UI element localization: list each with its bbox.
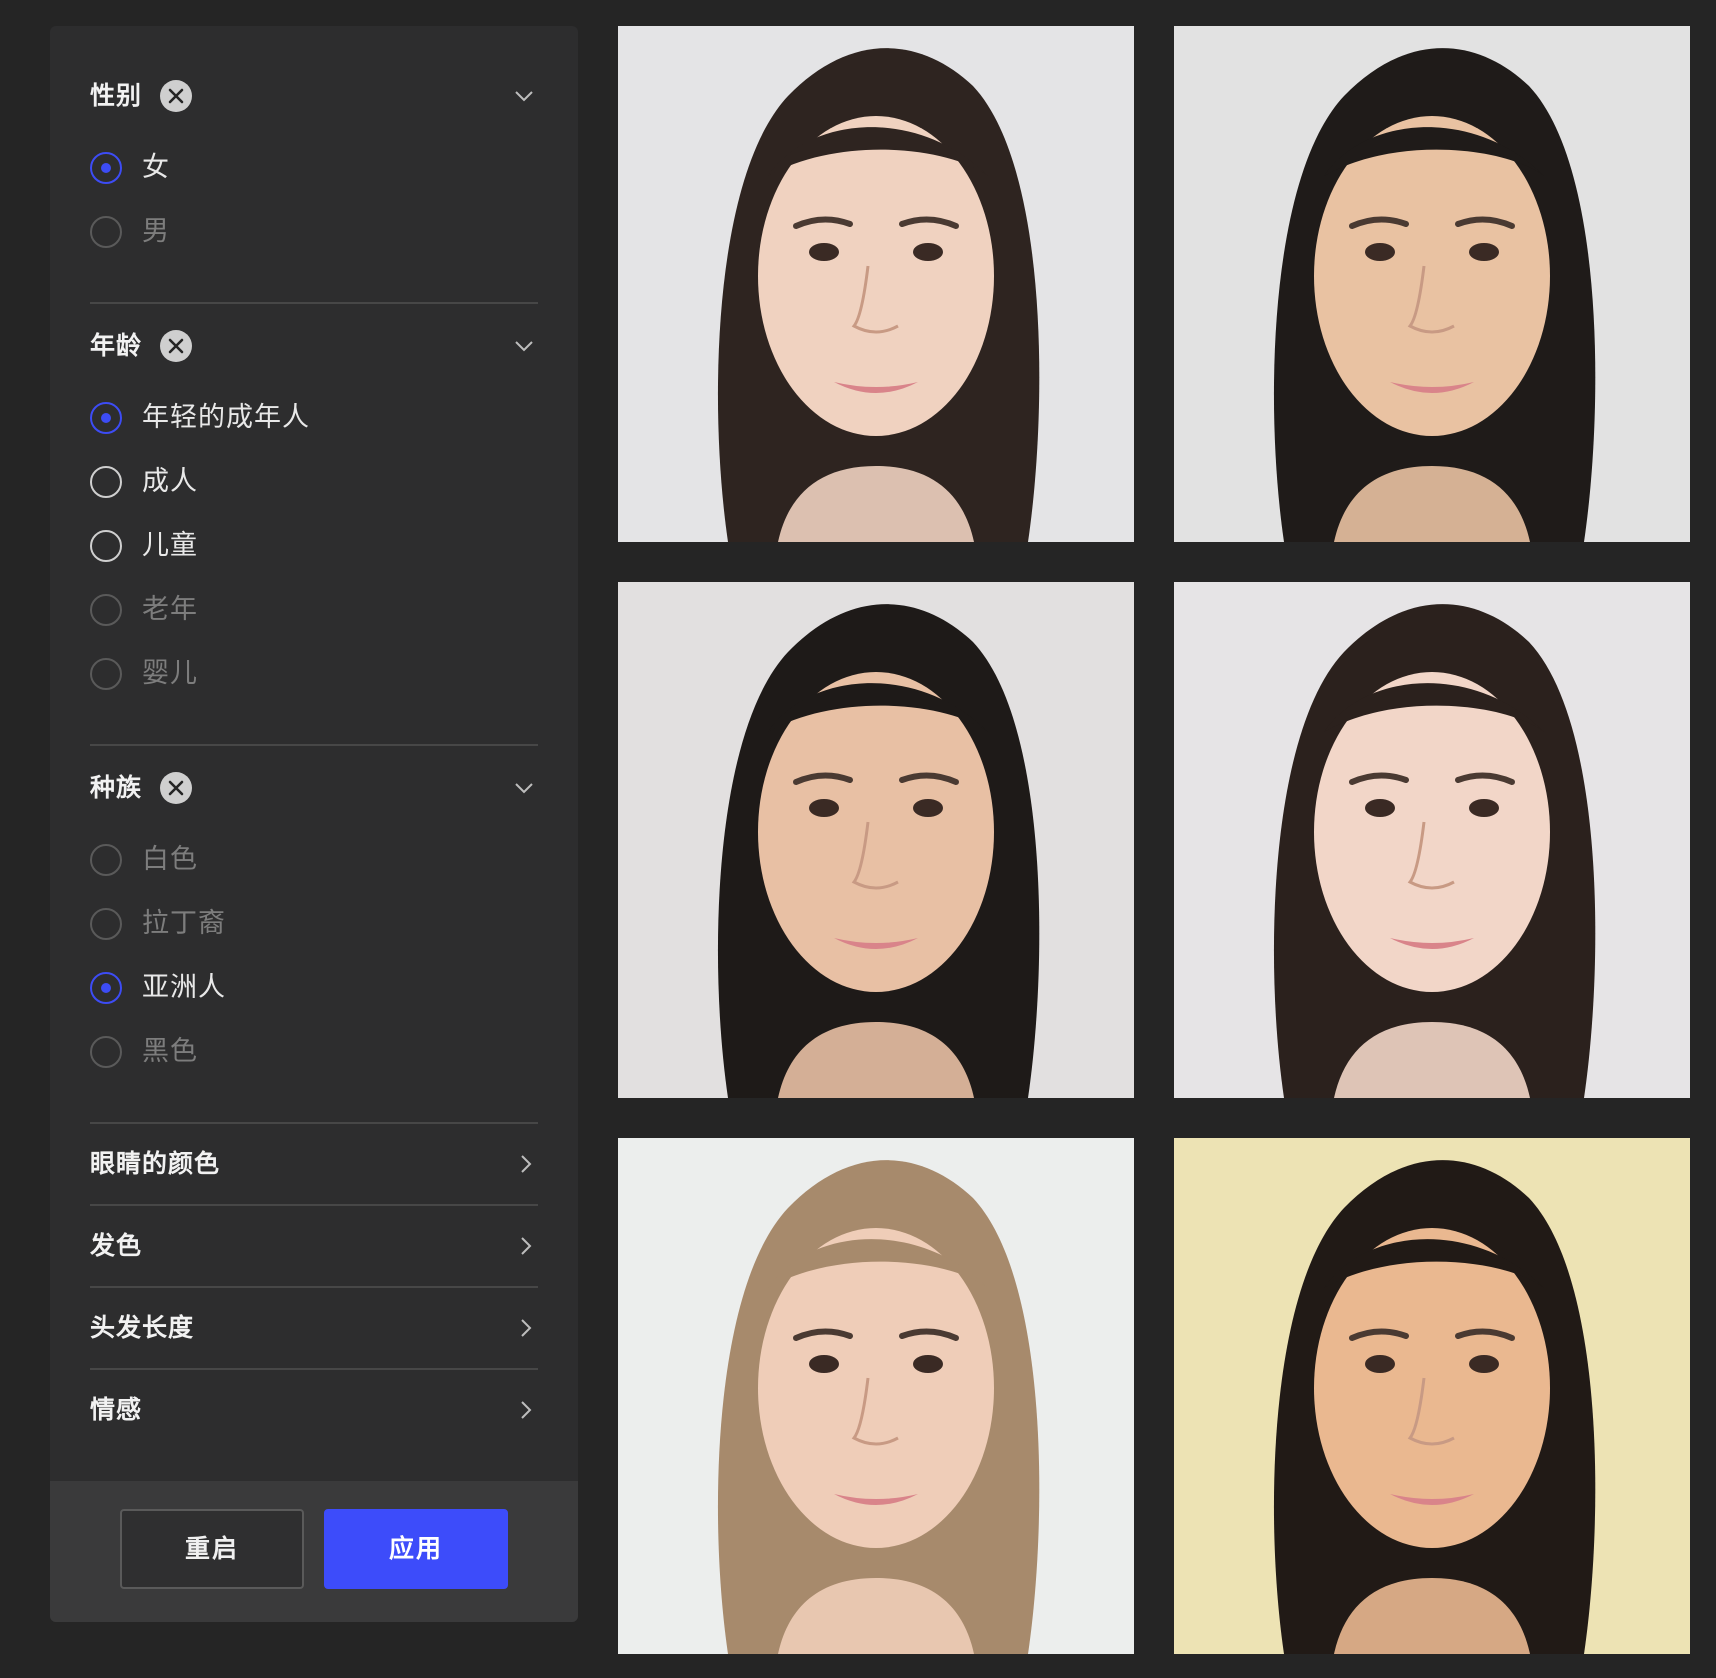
filter-section-hair-length[interactable]: 头发长度 [90,1288,538,1368]
radio-button[interactable] [90,594,122,626]
filter-panel: 性别 女 男 年龄 年轻的成年人 成人 儿童 老年 婴儿 种族 白色 拉丁裔 亚… [50,26,578,1622]
filter-footer: 重启 应用 [50,1481,578,1622]
option-label: 成人 [142,466,198,497]
chevron-right-icon [516,1318,536,1338]
radio-option-female[interactable]: 女 [90,138,538,202]
chevron-down-icon[interactable] [514,778,534,798]
filter-section-ethnicity: 种族 白色 拉丁裔 亚洲人 黑色 [90,758,538,1086]
chevron-right-icon [516,1154,536,1174]
radio-option-infant[interactable]: 婴儿 [90,644,538,708]
section-header-age[interactable]: 年龄 [90,316,538,376]
section-title-emotion: 情感 [90,1395,143,1424]
option-label: 婴儿 [142,658,198,689]
section-title-eye-color: 眼睛的颜色 [90,1149,221,1178]
face-image-4[interactable] [1174,582,1690,1098]
option-label: 年轻的成年人 [142,402,310,433]
option-label: 白色 [142,844,198,875]
radio-button[interactable] [90,972,122,1004]
radio-option-latino[interactable]: 拉丁裔 [90,894,538,958]
radio-button[interactable] [90,216,122,248]
radio-button[interactable] [90,402,122,434]
radio-button[interactable] [90,466,122,498]
filter-section-age: 年龄 年轻的成年人 成人 儿童 老年 婴儿 [90,316,538,708]
option-label: 黑色 [142,1036,198,1067]
radio-button[interactable] [90,1036,122,1068]
filter-section-emotion[interactable]: 情感 [90,1370,538,1450]
apply-button[interactable]: 应用 [324,1509,508,1589]
radio-option-child[interactable]: 儿童 [90,516,538,580]
radio-option-elderly[interactable]: 老年 [90,580,538,644]
filter-section-hair-color[interactable]: 发色 [90,1206,538,1286]
section-title-gender: 性别 [90,81,143,110]
divider [90,302,538,304]
chevron-right-icon [516,1400,536,1420]
portrait-illustration [1174,26,1690,542]
section-title-hair-color: 发色 [90,1231,143,1260]
option-label: 男 [142,216,170,247]
divider [90,744,538,746]
radio-option-asian[interactable]: 亚洲人 [90,958,538,1022]
portrait-illustration [618,26,1134,542]
radio-button[interactable] [90,658,122,690]
portrait-illustration [1174,582,1690,1098]
radio-option-adult[interactable]: 成人 [90,452,538,516]
face-image-1[interactable] [618,26,1134,542]
face-image-3[interactable] [618,582,1134,1098]
portrait-illustration [618,1138,1134,1654]
face-image-2[interactable] [1174,26,1690,542]
chevron-right-icon [516,1236,536,1256]
radio-option-black[interactable]: 黑色 [90,1022,538,1086]
option-label: 老年 [142,594,198,625]
clear-ethnicity-icon[interactable] [160,772,192,804]
radio-option-white[interactable]: 白色 [90,830,538,894]
filter-section-eye-color[interactable]: 眼睛的颜色 [90,1124,538,1204]
clear-gender-icon[interactable] [160,80,192,112]
option-label: 女 [142,152,170,183]
option-label: 儿童 [142,530,198,561]
option-label: 拉丁裔 [142,908,226,939]
radio-button[interactable] [90,152,122,184]
radio-button[interactable] [90,908,122,940]
portrait-illustration [618,582,1134,1098]
face-image-5[interactable] [618,1138,1134,1654]
radio-option-young-adult[interactable]: 年轻的成年人 [90,388,538,452]
radio-button[interactable] [90,844,122,876]
section-header-gender[interactable]: 性别 [90,66,538,126]
filter-section-gender: 性别 女 男 [90,66,538,266]
radio-button[interactable] [90,530,122,562]
chevron-down-icon[interactable] [514,336,534,356]
portrait-illustration [1174,1138,1690,1654]
section-title-age: 年龄 [90,331,143,360]
reset-button[interactable]: 重启 [120,1509,304,1589]
section-title-ethnicity: 种族 [90,773,143,802]
face-image-6[interactable] [1174,1138,1690,1654]
chevron-down-icon[interactable] [514,86,534,106]
option-label: 亚洲人 [142,972,226,1003]
radio-option-male[interactable]: 男 [90,202,538,266]
section-header-ethnicity[interactable]: 种族 [90,758,538,818]
clear-age-icon[interactable] [160,330,192,362]
section-title-hair-length: 头发长度 [90,1313,195,1342]
